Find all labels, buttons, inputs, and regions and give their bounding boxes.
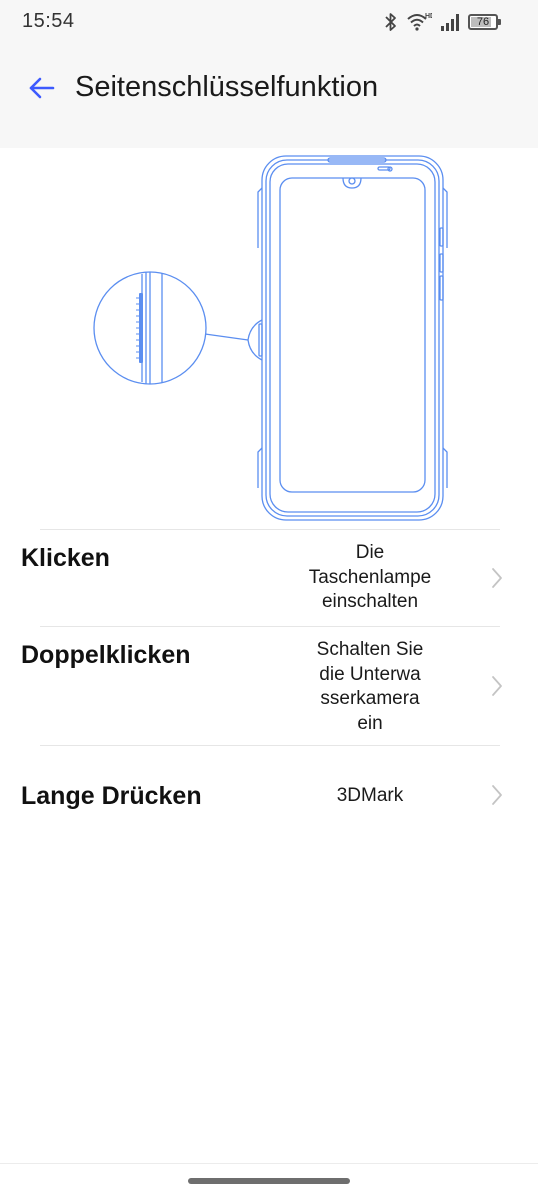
setting-row-long-press[interactable]: Lange Drücken 3DMark [0, 746, 538, 846]
chevron-right-icon [492, 785, 502, 805]
phone-body [269, 163, 436, 513]
value-line: Taschenlampe [308, 566, 432, 588]
page-title: Seitenschlüsselfunktion [75, 71, 379, 103]
value-line: 3DMark [336, 785, 404, 806]
bluetooth-icon [385, 13, 396, 31]
camera-notch [342, 177, 362, 189]
battery-nub [498, 19, 501, 25]
value-line: Die [355, 542, 385, 563]
phone-screen [279, 177, 426, 493]
setting-label-double-click: Doppelklicken [21, 641, 191, 669]
front-camera [348, 177, 356, 185]
setting-row-double-click[interactable]: Doppelklicken Schalten Sie die Unterwa s… [0, 627, 538, 745]
setting-row-click[interactable]: Klicken Die Taschenlampe einschalten [0, 530, 538, 626]
navigation-divider [0, 1163, 538, 1164]
side-key [258, 323, 263, 357]
back-button[interactable] [20, 70, 64, 106]
phone-outer-frame [261, 155, 444, 521]
right-button-middle [439, 253, 444, 273]
value-line: sserkamera [320, 688, 420, 709]
home-indicator[interactable] [188, 1178, 350, 1184]
battery-level: 76 [476, 16, 490, 28]
side-key-bump [247, 319, 263, 361]
setting-value-long-press: 3DMark [300, 784, 440, 809]
value-line: die Unterwa [319, 663, 421, 685]
battery-icon: 76 [468, 14, 501, 30]
right-button-bottom [439, 275, 444, 301]
status-time: 15:54 [22, 10, 75, 32]
value-line: ein [357, 712, 383, 734]
zoomed-side-key [139, 293, 143, 363]
arrow-left-icon [29, 77, 55, 99]
wifi-icon: HD [407, 13, 432, 31]
status-icons: HD 76 [384, 11, 501, 33]
value-line: einschalten [321, 591, 419, 612]
hd-badge: HD [425, 13, 432, 20]
setting-label-click: Klicken [21, 544, 110, 572]
right-button-top [439, 227, 444, 247]
title-bar: Seitenschlüsselfunktion [0, 54, 538, 124]
setting-label-long-press: Lange Drücken [21, 782, 202, 810]
status-bar: 15:54 HD 76 [0, 0, 538, 44]
chevron-right-icon [492, 568, 502, 588]
phone-side-key-illustration [93, 155, 448, 521]
zoom-connector-line [204, 333, 249, 341]
cell-signal-icon [441, 14, 459, 31]
chevron-right-icon [492, 676, 502, 696]
setting-value-double-click: Schalten Sie die Unterwa sserkamera ein [300, 638, 440, 736]
value-line: Schalten Sie [316, 639, 424, 660]
setting-value-click: Die Taschenlampe einschalten [300, 541, 440, 615]
phone-inner-frame [265, 159, 440, 517]
zoomed-key-ridges [136, 297, 139, 359]
